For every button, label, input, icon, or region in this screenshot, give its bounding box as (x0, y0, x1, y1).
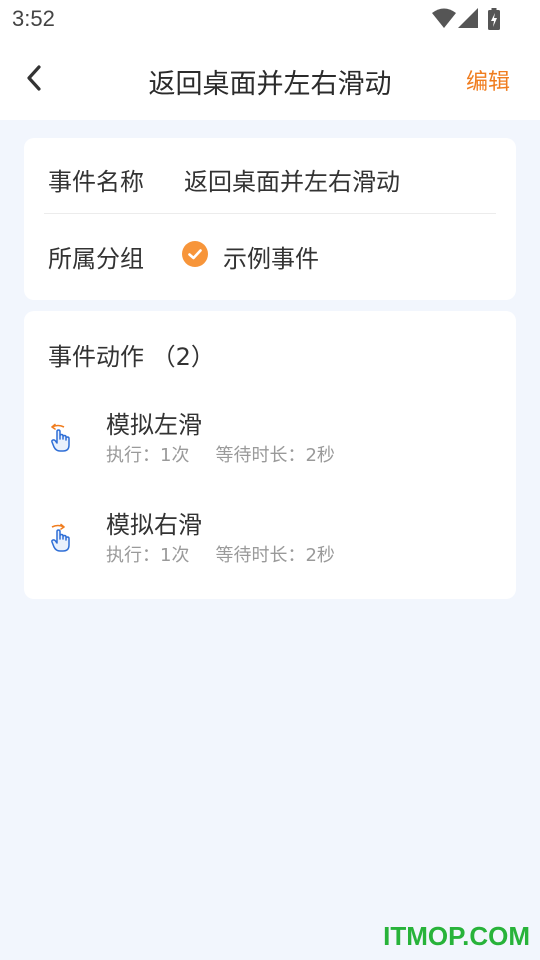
event-group-row[interactable]: 所属分组 示例事件 (48, 229, 496, 279)
action-exec-count: 执行：1次 (106, 545, 190, 566)
event-info-card: 事件名称 返回桌面并左右滑动 所属分组 示例事件 (24, 138, 516, 300)
check-icon (182, 241, 208, 267)
action-name: 模拟左滑 (106, 411, 202, 439)
action-item[interactable]: 模拟右滑 执行：1次 等待时长：2秒 (24, 499, 516, 579)
action-meta: 执行：1次 等待时长：2秒 (106, 441, 335, 467)
watermark: ITMOP.COM (383, 921, 530, 951)
swipe-left-hand-icon (48, 421, 78, 455)
event-name-label: 事件名称 (48, 168, 144, 196)
swipe-right-hand-icon (48, 521, 78, 555)
battery-icon (488, 8, 500, 30)
status-bar: 3:52 (0, 0, 540, 38)
event-group-value: 示例事件 (223, 245, 319, 273)
action-wait-time: 等待时长：2秒 (215, 545, 335, 566)
edit-button[interactable]: 编辑 (466, 64, 510, 96)
action-item[interactable]: 模拟左滑 执行：1次 等待时长：2秒 (24, 399, 516, 479)
action-exec-count: 执行：1次 (106, 445, 190, 466)
event-actions-card: 事件动作 （2） 模拟左滑 执行：1次 等待时长：2秒 模拟右滑 执行：1次 等待时… (24, 311, 516, 599)
page-title: 返回桌面并左右滑动 (148, 69, 392, 100)
action-wait-time: 等待时长：2秒 (215, 445, 335, 466)
actions-title: 事件动作 （2） (48, 343, 215, 371)
event-name-value: 返回桌面并左右滑动 (184, 168, 400, 196)
divider (44, 213, 496, 214)
action-meta: 执行：1次 等待时长：2秒 (106, 541, 335, 567)
wifi-icon (432, 8, 456, 28)
event-name-row[interactable]: 事件名称 返回桌面并左右滑动 (48, 152, 496, 202)
signal-icon (458, 8, 478, 28)
action-name: 模拟右滑 (106, 511, 202, 539)
event-group-label: 所属分组 (48, 245, 144, 273)
app-header: 返回桌面并左右滑动 编辑 (0, 38, 540, 120)
status-time: 3:52 (12, 6, 55, 31)
